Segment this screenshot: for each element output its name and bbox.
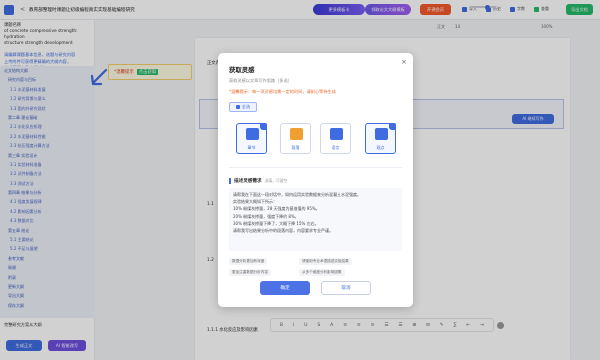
requirement-line: 请帮我在下面这一段对话中，如何运用实验数据来分析混凝土水泥强度。 xyxy=(233,192,361,197)
dialog-subtitle: 获取灵感以文章写作思路（多选） xyxy=(229,78,292,83)
select-all-chip[interactable]: 全选 xyxy=(229,102,257,112)
requirement-line: 10% 粉煤灰掺量，28 天强度为基准值的 95%。 xyxy=(233,206,320,212)
divider xyxy=(229,167,402,168)
dialog-warning: *温馨提示：每一项灵感均需一定的时间，请耐心等待生成 xyxy=(229,89,336,94)
card-icon xyxy=(246,128,259,140)
requirement-line: 实验结果大概如下所示： xyxy=(233,199,277,205)
card-label: 观点 xyxy=(376,145,385,150)
section-title: 描述灵感需求 xyxy=(234,179,262,184)
requirement-line: 20% 粉煤灰掺量，强度下降约 8%， xyxy=(233,213,299,219)
suggestion-chip[interactable]: 从多个维度分析影响因素 xyxy=(299,269,345,276)
inspiration-cards: 章节 段落 语言 观点 xyxy=(218,123,413,154)
selected-check-icon xyxy=(389,123,396,130)
dialog-title: 获取灵感 xyxy=(229,66,255,74)
select-all-label: 全选 xyxy=(241,104,251,109)
requirement-textarea[interactable]: 请帮我在下面这一段对话中，如何运用实验数据来分析混凝土水泥强度。 实验结果大概如下… xyxy=(229,188,402,251)
requirement-line: 请帮我写出结果分析中的段落内容，内容要求专业严谨。 xyxy=(233,228,333,234)
card-icon xyxy=(330,128,343,140)
requirement-line: 30% 粉煤灰掺量下降了，大概下降 15% 左右。 xyxy=(233,220,319,226)
cancel-button[interactable]: 取消 xyxy=(321,281,371,295)
suggestion-chip[interactable]: 数据分析更加有深度 xyxy=(229,258,268,265)
inspiration-card[interactable]: 观点 xyxy=(365,123,396,154)
check-icon xyxy=(235,105,240,109)
suggestion-chip[interactable]: 请使用专业术语描述实验结果 xyxy=(299,258,352,265)
card-icon xyxy=(375,128,388,140)
card-label: 段落 xyxy=(291,145,300,150)
card-label: 语言 xyxy=(331,145,340,150)
suggestion-chip[interactable]: 更加注重数据分析内容 xyxy=(229,269,271,276)
inspiration-card[interactable]: 段落 xyxy=(280,123,311,154)
section-marker xyxy=(229,178,231,184)
app-page: < 教育部整理时课题让初级编程真实实现基础编程研究 更多模板卡 领取论文大纲模板… xyxy=(0,0,600,360)
confirm-button[interactable]: 确定 xyxy=(260,281,310,295)
close-icon[interactable]: × xyxy=(401,58,407,66)
inspiration-dialog: 获取灵感 × 获取灵感以文章写作思路（多选） *温馨提示：每一项灵感均需一定的时… xyxy=(218,53,413,307)
section-label: 描述灵感需求 选填，可留空 xyxy=(229,178,287,184)
section-hint: 选填，可留空 xyxy=(264,178,288,183)
card-icon xyxy=(290,128,303,140)
inspiration-card[interactable]: 语言 xyxy=(320,123,351,154)
selected-check-icon xyxy=(260,123,267,130)
card-label: 章节 xyxy=(247,145,256,150)
inspiration-card[interactable]: 章节 xyxy=(236,123,267,154)
